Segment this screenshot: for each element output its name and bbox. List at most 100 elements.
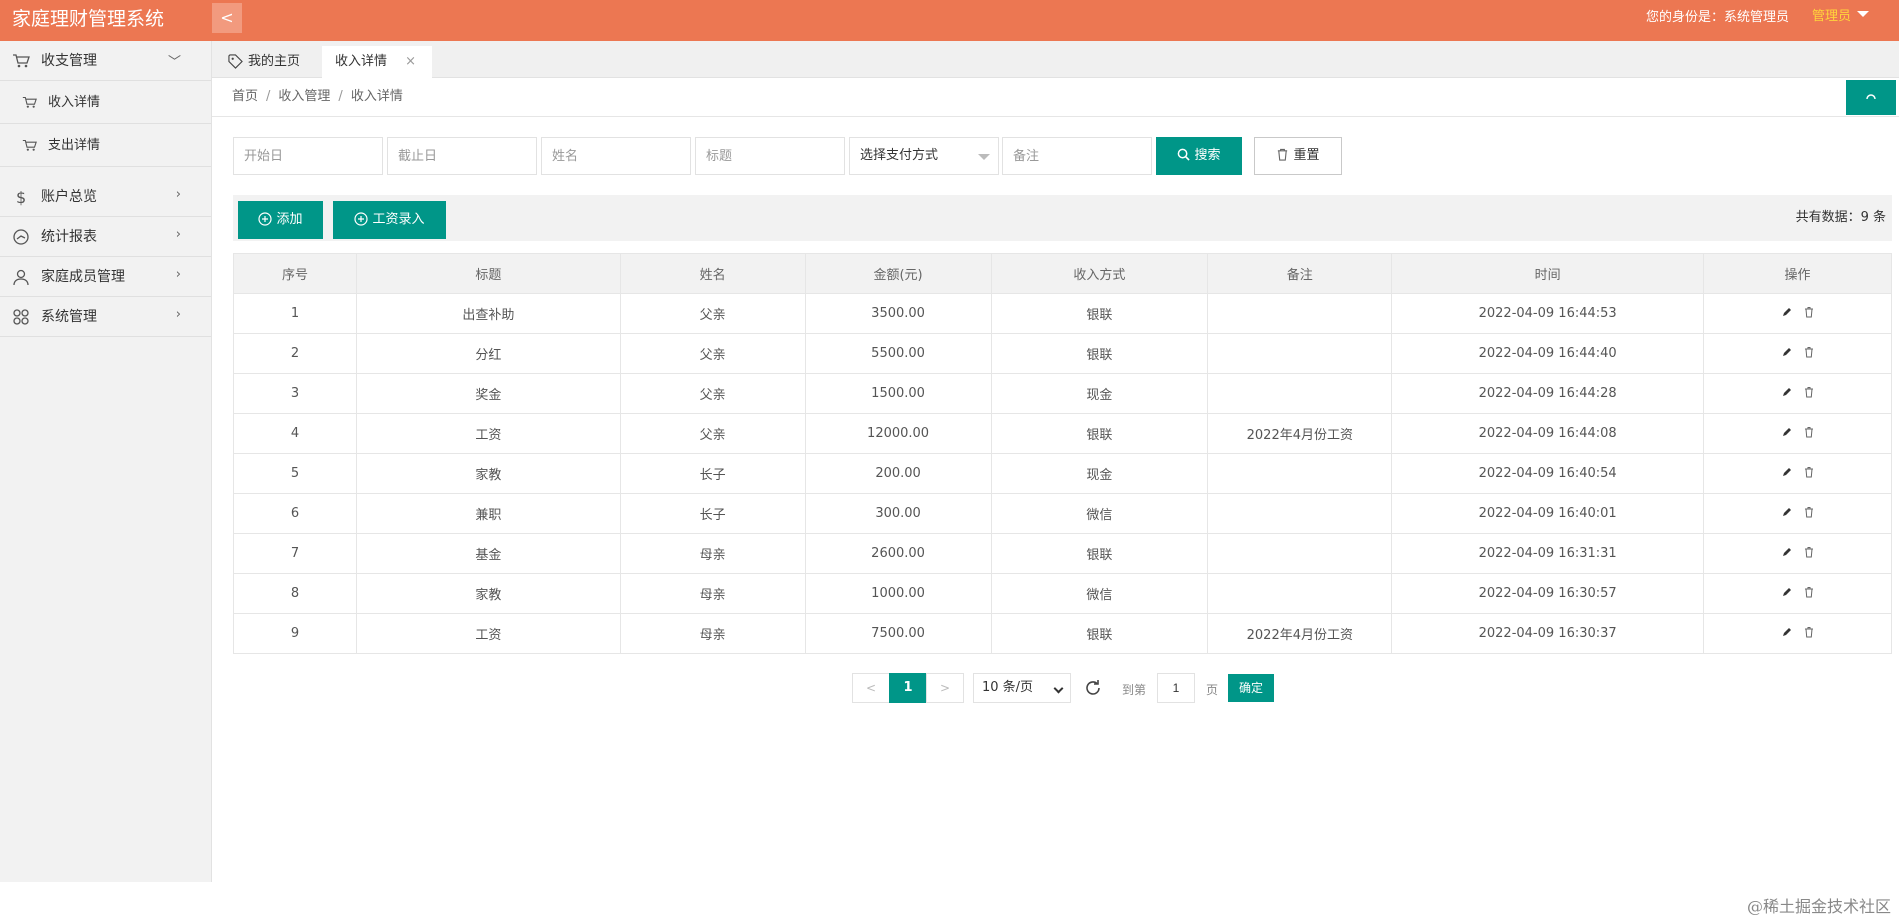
delete-icon[interactable]	[1803, 346, 1815, 358]
cell-amount: 300.00	[804, 493, 992, 534]
cell-time: 2022-04-09 16:44:28	[1391, 373, 1705, 414]
cell-amount: 2600.00	[804, 533, 992, 574]
edit-icon[interactable]	[1781, 386, 1793, 398]
page-size-select[interactable]: 10 条/页	[973, 673, 1071, 703]
cell-index: 6	[233, 493, 357, 534]
prev-page-button[interactable]: <	[852, 673, 890, 703]
close-icon[interactable]: ×	[405, 46, 416, 78]
cart-icon	[22, 96, 37, 108]
cell-time: 2022-04-09 16:44:08	[1391, 413, 1705, 454]
tab-home[interactable]: 我的主页	[220, 46, 320, 78]
refresh-button[interactable]	[1846, 80, 1896, 115]
cell-remark	[1207, 533, 1393, 574]
cell-index: 5	[233, 453, 357, 494]
plus-circle-icon	[258, 212, 273, 226]
cell-index: 3	[233, 373, 357, 414]
page-size-value: 10 条/页	[982, 680, 1034, 695]
role-menu[interactable]: 管理员	[1812, 9, 1869, 25]
goto-label: 到第	[1122, 683, 1147, 697]
tab-label: 收入详情	[335, 54, 388, 69]
sidebar-item-system[interactable]: 系统管理 ›	[0, 297, 211, 337]
cell-actions	[1703, 573, 1892, 614]
edit-icon[interactable]	[1781, 306, 1793, 318]
title-input[interactable]	[695, 137, 845, 175]
salary-entry-button-label: 工资录入	[372, 212, 425, 227]
cell-name: 父亲	[619, 333, 806, 374]
table-row: 4 工资 父亲 12000.00 银联 2022年4月份工资 2022-04-09 16:4…	[233, 413, 1892, 454]
cell-time: 2022-04-09 16:31:31	[1391, 533, 1705, 574]
edit-icon[interactable]	[1781, 426, 1793, 438]
delete-icon[interactable]	[1803, 546, 1815, 558]
sidebar-item-family-members[interactable]: 家庭成员管理 ›	[0, 257, 211, 297]
cell-actions	[1703, 613, 1892, 654]
cell-name: 长子	[619, 453, 806, 494]
goto-page-input[interactable]	[1157, 673, 1195, 703]
breadcrumb-bar: 首页 / 收入管理 / 收入详情	[212, 78, 1899, 117]
cell-index: 8	[233, 573, 357, 614]
cell-name: 母亲	[619, 613, 806, 654]
cell-amount: 5500.00	[804, 333, 992, 374]
cell-method: 现金	[990, 453, 1209, 494]
table-row: 8 家教 母亲 1000.00 微信 2022-04-09 16:30:57	[233, 573, 1892, 614]
cell-actions	[1703, 373, 1892, 414]
edit-icon[interactable]	[1781, 506, 1793, 518]
collapse-sidebar-button[interactable]: <	[212, 3, 242, 33]
sidebar-group-label: 收支管理	[41, 53, 97, 69]
tag-icon	[228, 54, 243, 69]
sidebar-item-income-detail[interactable]: 收入详情	[0, 81, 211, 124]
current-page-button[interactable]: 1	[889, 673, 927, 703]
row-actions	[1776, 506, 1820, 521]
breadcrumb-income[interactable]: 收入管理	[278, 89, 330, 104]
sidebar-item-expense-detail[interactable]: 支出详情	[0, 124, 211, 167]
next-page-button[interactable]: >	[926, 673, 964, 703]
delete-icon[interactable]	[1803, 386, 1815, 398]
cell-title: 家教	[355, 573, 621, 614]
row-actions	[1776, 346, 1820, 361]
row-actions	[1776, 466, 1820, 481]
column-header-amount: 金额(元)	[804, 253, 992, 294]
delete-icon[interactable]	[1803, 506, 1815, 518]
refresh-page-icon[interactable]	[1083, 678, 1103, 698]
reset-button[interactable]: 重置	[1254, 137, 1342, 175]
edit-icon[interactable]	[1781, 546, 1793, 558]
name-input[interactable]	[541, 137, 691, 175]
sidebar-group-income-expense[interactable]: 收支管理 ﹀	[0, 41, 211, 81]
cell-actions	[1703, 413, 1892, 454]
delete-icon[interactable]	[1803, 466, 1815, 478]
edit-icon[interactable]	[1781, 346, 1793, 358]
cell-remark: 2022年4月份工资	[1207, 613, 1393, 654]
table-header-row: 序号 标题 姓名 金额(元) 收入方式 备注 时间 操作	[233, 253, 1892, 294]
plus-circle-icon	[354, 212, 369, 226]
delete-icon[interactable]	[1803, 426, 1815, 438]
cell-amount: 200.00	[804, 453, 992, 494]
table-row: 6 兼职 长子 300.00 微信 2022-04-09 16:40:01	[233, 493, 1892, 534]
salary-entry-button[interactable]: 工资录入	[333, 201, 446, 239]
cell-remark	[1207, 573, 1393, 614]
cell-actions	[1703, 453, 1892, 494]
sidebar-item-label: 系统管理	[41, 309, 97, 325]
cell-index: 1	[233, 293, 357, 334]
search-button[interactable]: 搜索	[1156, 137, 1242, 175]
cell-amount: 3500.00	[804, 293, 992, 334]
remark-input[interactable]	[1002, 137, 1152, 175]
tab-income-detail[interactable]: 收入详情 ×	[322, 46, 432, 78]
breadcrumb-home[interactable]: 首页	[232, 89, 258, 104]
add-button[interactable]: 添加	[238, 201, 323, 239]
row-actions	[1776, 546, 1820, 561]
delete-icon[interactable]	[1803, 306, 1815, 318]
payment-method-select[interactable]: 选择支付方式	[849, 137, 999, 175]
caret-down-icon	[1857, 11, 1869, 17]
start-date-input[interactable]	[233, 137, 383, 175]
edit-icon[interactable]	[1781, 466, 1793, 478]
delete-icon[interactable]	[1803, 626, 1815, 638]
column-header-method: 收入方式	[990, 253, 1209, 294]
watermark-credit: @稀土掘金技术社区	[1746, 897, 1891, 916]
add-button-label: 添加	[276, 212, 303, 227]
edit-icon[interactable]	[1781, 626, 1793, 638]
sidebar-item-statistics[interactable]: 统计报表 ›	[0, 217, 211, 257]
end-date-input[interactable]	[387, 137, 537, 175]
goto-confirm-button[interactable]: 确定	[1228, 674, 1274, 702]
edit-icon[interactable]	[1781, 586, 1793, 598]
sidebar-item-account-overview[interactable]: $ 账户总览 ›	[0, 177, 211, 217]
delete-icon[interactable]	[1803, 586, 1815, 598]
